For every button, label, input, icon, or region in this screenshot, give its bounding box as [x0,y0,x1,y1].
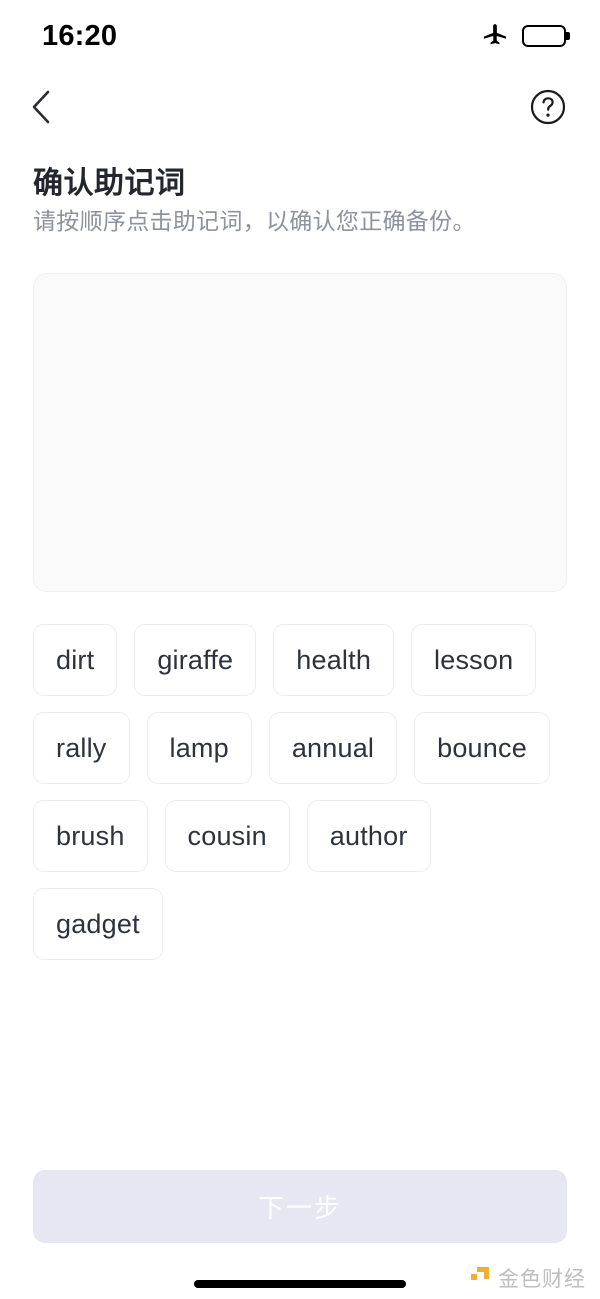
home-indicator [194,1280,406,1288]
battery-low-power-icon [522,25,566,47]
status-bar: 16:20 [0,0,600,72]
word-chip[interactable]: author [306,800,431,872]
airplane-mode-icon [481,20,509,53]
back-button[interactable] [18,83,66,131]
word-chip[interactable]: rally [33,712,130,784]
watermark: 金色财经 [469,1263,586,1293]
status-bar-indicators [481,20,566,53]
selected-mnemonic-area[interactable] [33,273,567,592]
help-button[interactable] [526,85,570,129]
jinse-logo-icon [469,1265,491,1292]
question-mark-circle-icon [530,89,566,125]
word-chip[interactable]: brush [33,800,148,872]
navigation-bar [0,76,600,138]
watermark-text: 金色财经 [498,1268,586,1291]
page-subtitle: 请按顺序点击助记词，以确认您正确备份。 [33,208,476,234]
word-chip[interactable]: gadget [33,888,163,960]
word-chip[interactable]: annual [268,712,398,784]
word-chip[interactable]: lesson [411,624,537,696]
word-chip[interactable]: giraffe [134,624,257,696]
status-bar-time: 16:20 [42,19,118,52]
chevron-left-icon [32,90,50,124]
word-chip[interactable]: dirt [33,624,118,696]
word-chip[interactable]: lamp [146,712,252,784]
word-chip[interactable]: cousin [164,800,290,872]
next-button[interactable]: 下一步 [33,1170,567,1243]
word-chip[interactable]: bounce [414,712,550,784]
page-title: 确认助记词 [33,167,186,200]
word-chip[interactable]: health [273,624,395,696]
mnemonic-word-bank: dirt giraffe health lesson rally lamp annual bo… [33,624,567,960]
